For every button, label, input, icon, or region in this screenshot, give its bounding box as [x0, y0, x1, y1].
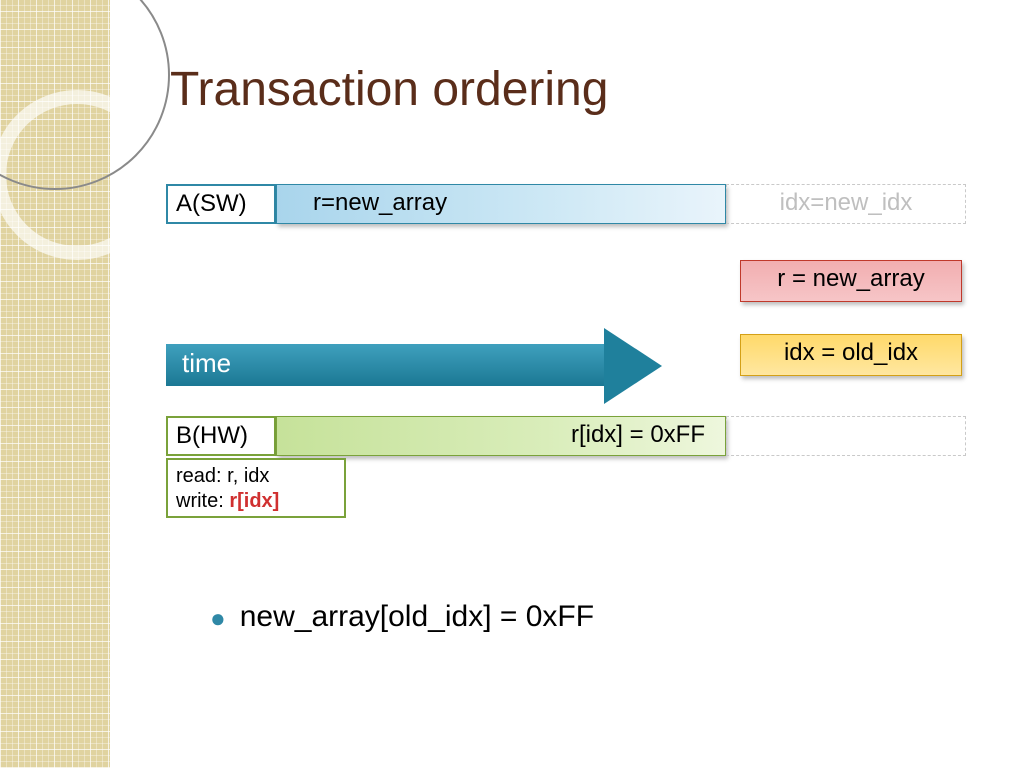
note-write-prefix: write:: [176, 490, 229, 512]
process-b-rw-note: read: r, idx write: r[idx]: [166, 458, 346, 518]
process-b-ghost-action: [726, 416, 966, 456]
state-r-box: r = new_array: [740, 260, 962, 302]
state-idx-box: idx = old_idx: [740, 334, 962, 376]
bullet-dot-icon: ●: [210, 603, 226, 633]
arrow-head-icon: [604, 328, 662, 404]
process-b-action-bar: r[idx] = 0xFF: [276, 416, 726, 456]
note-read-line: read: r, idx: [176, 464, 336, 489]
process-a-label: A(SW): [166, 184, 276, 224]
slide-title: Transaction ordering: [170, 62, 608, 117]
note-write-line: write: r[idx]: [176, 489, 336, 514]
process-b-label: B(HW): [166, 416, 276, 456]
process-a-ghost-action: idx=new_idx: [726, 184, 966, 224]
time-arrow: time: [166, 332, 686, 402]
time-arrow-label: time: [166, 344, 606, 386]
result-bullet: ● new_array[old_idx] = 0xFF: [210, 600, 594, 634]
result-text: new_array[old_idx] = 0xFF: [240, 600, 594, 633]
decorative-sidebar: [0, 0, 110, 768]
note-write-highlight: r[idx]: [229, 490, 279, 512]
slide-content: Transaction ordering A(SW) r=new_array i…: [110, 0, 1024, 768]
process-a-action-bar: r=new_array: [276, 184, 726, 224]
